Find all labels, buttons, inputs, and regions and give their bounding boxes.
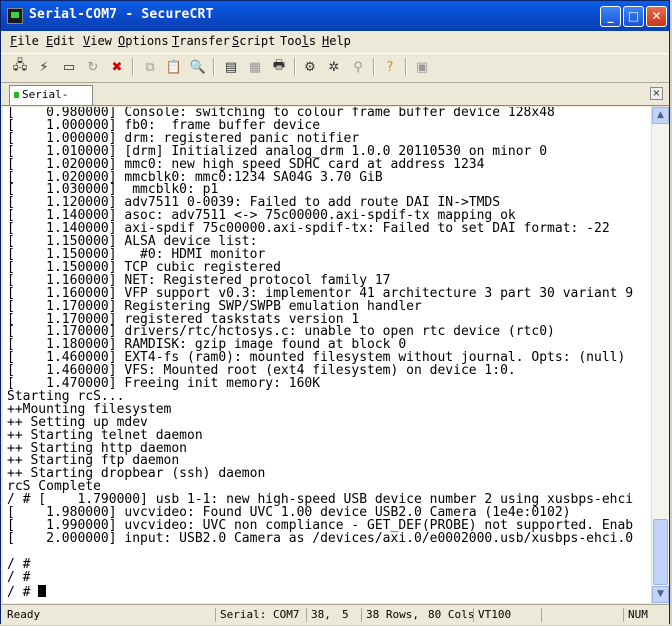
terminal-line: / # [7, 569, 31, 585]
status-connection: Serial: COM7 [215, 608, 299, 622]
scroll-down-button[interactable]: ▼ [652, 586, 669, 603]
status-emulation: VT100 [473, 608, 511, 622]
copy-button[interactable]: ⧉ [140, 57, 160, 77]
global-options-button[interactable]: ✲ [324, 57, 344, 77]
connect-icon: 🖧 [12, 58, 28, 73]
close-tab-button[interactable]: × [650, 87, 663, 100]
quick-connect-icon: ⚡ [39, 59, 49, 75]
toolbar-separator [132, 58, 134, 76]
vertical-scrollbar[interactable]: ▲ ▼ [651, 107, 669, 603]
close-icon: × [652, 88, 661, 99]
connect-tab-icon: ▭ [62, 59, 76, 75]
help-icon: ? [386, 59, 394, 75]
menu-script[interactable]: Script [232, 34, 275, 48]
status-col: 5 [342, 608, 349, 621]
menu-tools[interactable]: Tools [280, 34, 316, 48]
session-options-button[interactable]: ⚙ [300, 57, 320, 77]
menu-file[interactable]: File [10, 34, 39, 48]
menu-transfer[interactable]: Transfer [172, 34, 230, 48]
print-selection-button[interactable]: ▦ [245, 57, 265, 77]
quick-connect-button[interactable]: ⚡ [34, 57, 54, 77]
toolbar: 🖧 ⚡ ▭ ↻ ✖ ⧉ 📋 🔍 ▤ ▦ 🖶 ⚙ ✲ ⚲ ? ▣ [1, 53, 669, 83]
securecrt-app-icon[interactable] [7, 8, 23, 24]
close-button[interactable]: ✕ [646, 6, 667, 27]
terminal-cursor [38, 584, 47, 597]
status-num: NUM [623, 608, 648, 622]
minimize-button[interactable]: _ [600, 6, 621, 27]
connect-button[interactable]: 🖧 [10, 57, 30, 77]
session-options-icon: ⚙ [304, 59, 316, 75]
maximize-icon: □ [627, 9, 640, 23]
menu-edit[interactable]: Edit [46, 34, 75, 48]
title-bar[interactable]: Serial-COM7 - SecureCRT _ □ ✕ [1, 1, 669, 31]
keymap-icon: ⚲ [353, 59, 363, 75]
securecrt-window: Serial-COM7 - SecureCRT _ □ ✕ File Edit … [0, 0, 670, 625]
disconnect-button[interactable]: ✖ [107, 57, 127, 77]
minimize-icon: _ [607, 9, 614, 23]
status-ready: Ready [7, 608, 41, 621]
maximize-button[interactable]: □ [623, 6, 644, 27]
terminal-prompt-line: / # [3, 584, 651, 600]
toolbar-separator [213, 58, 215, 76]
status-empty [541, 608, 546, 622]
print-icon: 🖶 [272, 58, 286, 73]
terminal-prompt: / # [7, 584, 39, 600]
paste-icon: 📋 [165, 59, 183, 75]
menu-bar: File Edit View Options Transfer Script T… [1, 31, 669, 51]
find-button[interactable]: 🔍 [188, 57, 208, 77]
disconnect-icon: ✖ [111, 59, 123, 75]
toolbar-separator [405, 58, 407, 76]
close-icon: ✕ [651, 9, 662, 23]
menu-view[interactable]: View [83, 34, 112, 48]
global-options-icon: ✲ [328, 59, 340, 75]
scrollbar-thumb[interactable] [653, 519, 668, 585]
tab-serial-com7[interactable]: Serial-COM7 [9, 85, 93, 119]
keymap-button[interactable]: ⚲ [348, 57, 368, 77]
reconnect-icon: ↻ [87, 59, 99, 75]
copy-icon: ⧉ [145, 59, 155, 75]
reconnect-button[interactable]: ↻ [83, 57, 103, 77]
terminal-line: [ 2.000000] input: USB2.0 Camera as /dev… [7, 530, 634, 546]
print-button[interactable]: 🖶 [269, 57, 289, 77]
session-tab-strip: Serial-COM7 × [1, 83, 669, 119]
scroll-up-button[interactable]: ▲ [652, 107, 669, 124]
connect-tab-button[interactable]: ▭ [59, 57, 79, 77]
sftp-button[interactable]: ▣ [412, 57, 432, 77]
terminal-text: [ 0.980000] Console: switching to colour… [3, 107, 651, 585]
terminal-output[interactable]: [ 0.980000] Console: switching to colour… [3, 107, 651, 603]
print-setup-icon: ▤ [224, 59, 238, 75]
toolbar-separator [373, 58, 375, 76]
paste-button[interactable]: 📋 [164, 57, 184, 77]
window-title: Serial-COM7 - SecureCRT [29, 7, 214, 22]
help-button[interactable]: ? [380, 57, 400, 77]
status-rows: 38 Rows, [361, 608, 419, 622]
status-row: 38, [306, 608, 331, 622]
status-cols: 80 Cols [428, 608, 475, 621]
chevron-up-icon: ▲ [657, 110, 664, 120]
status-bar: Ready Serial: COM7 38, 5 38 Rows, 80 Col… [1, 604, 669, 625]
menu-help[interactable]: Help [322, 34, 351, 48]
print-selection-icon: ▦ [248, 59, 262, 75]
toolbar-separator [294, 58, 296, 76]
find-icon: 🔍 [189, 59, 207, 75]
sftp-icon: ▣ [415, 59, 429, 75]
print-setup-button[interactable]: ▤ [221, 57, 241, 77]
menu-options[interactable]: Options [118, 34, 169, 48]
chevron-down-icon: ▼ [657, 589, 664, 599]
